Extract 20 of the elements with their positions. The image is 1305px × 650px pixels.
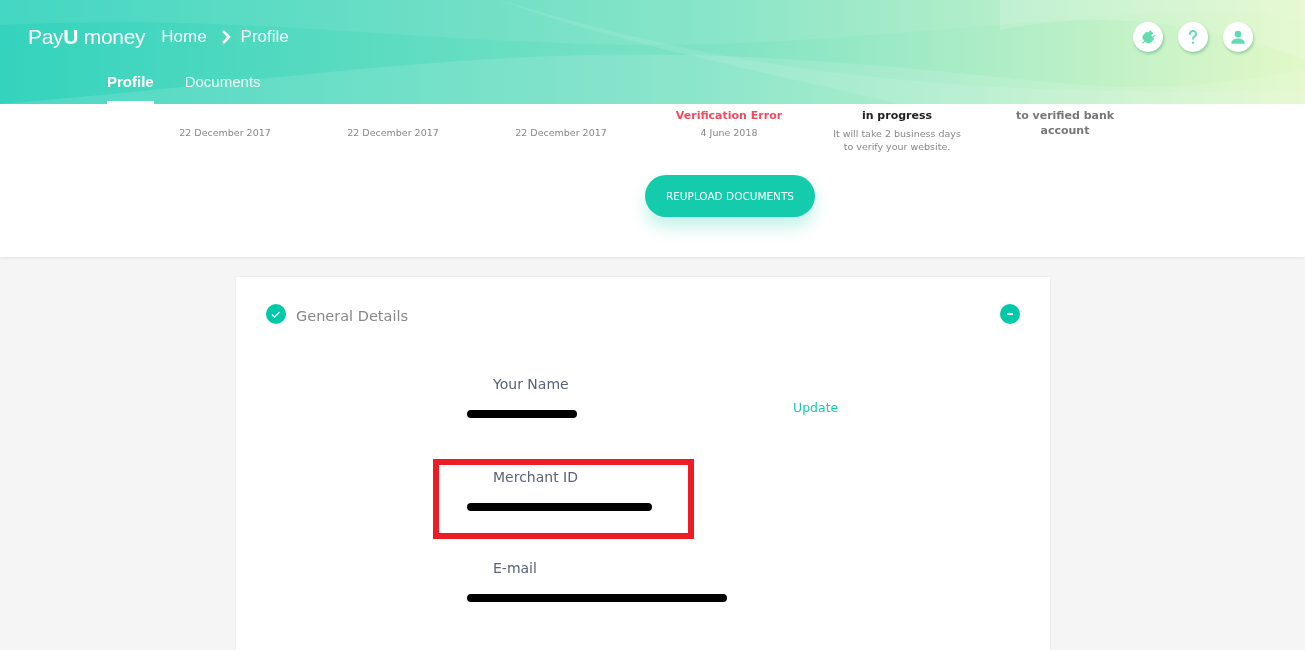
- breadcrumb-link[interactable]: Profile: [240, 27, 289, 47]
- update-link[interactable]: Update: [793, 400, 839, 415]
- section-title: General Details: [296, 308, 409, 324]
- breadcrumb-link[interactable]: Home: [161, 27, 207, 47]
- status-date: 22 December 2017: [179, 127, 271, 138]
- status-text: to verified bank account: [1014, 108, 1116, 138]
- status-date: 4 June 2018: [700, 127, 758, 138]
- status-note: It will take 2 business days to verify your website.: [832, 127, 962, 153]
- chevron-icon: [220, 29, 231, 45]
- field-label: Merchant ID: [493, 469, 579, 485]
- status-text: in progress: [861, 108, 933, 123]
- logo[interactable]: PayU money: [28, 25, 146, 48]
- reupload-documents-button[interactable]: REUPLOAD DOCUMENTS: [645, 175, 815, 217]
- status-date: 22 December 2017: [515, 127, 607, 138]
- status-date: 22 December 2017: [347, 127, 439, 138]
- tab[interactable]: Documents: [184, 62, 261, 104]
- status-text: Verification Error: [675, 108, 783, 123]
- field-label: Your Name: [493, 376, 570, 392]
- collapse-button[interactable]: [1000, 304, 1020, 324]
- field-label: E-mail: [493, 560, 538, 576]
